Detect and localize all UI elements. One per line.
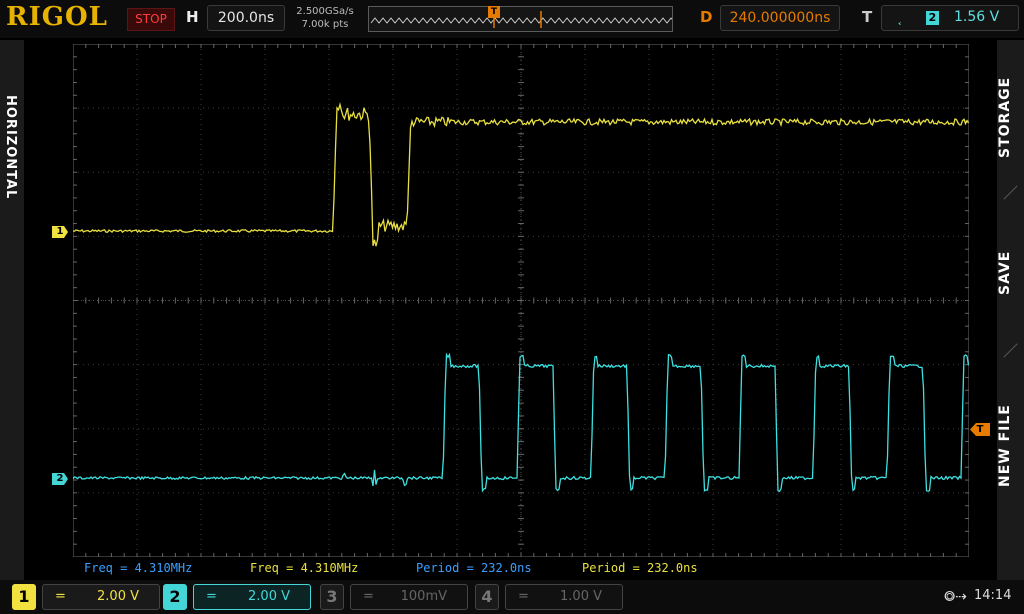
sample-rate: 2.500GSa/s — [296, 6, 354, 17]
channel-3-scale: 100mV — [400, 589, 447, 604]
run-stop-status[interactable]: STOP — [127, 8, 175, 31]
rising-edge-icon: ˱ — [898, 8, 903, 26]
channel-1-scale-box[interactable]: = 2.00 V — [42, 584, 160, 610]
trigger-source: 2 — [926, 11, 939, 25]
memory-depth: 7.00k pts — [301, 19, 349, 30]
channel-1-scale: 2.00 V — [97, 589, 139, 604]
measurement-item: Freq = 4.310MHz — [250, 561, 359, 575]
new-file-softkey[interactable]: NEW FILE — [997, 366, 1024, 526]
measurement-item: Freq = 4.310MHz — [84, 561, 193, 575]
channel-3-button[interactable]: 3 — [320, 584, 344, 610]
softkey-menu: STORAGE SAVE NEW FILE — [997, 40, 1024, 580]
channel-4-scale-box[interactable]: = 1.00 V — [505, 584, 623, 610]
ch1-offset-marker[interactable]: 1 — [52, 226, 68, 238]
memory-overview-bar[interactable]: T — [368, 6, 673, 32]
clock: 14:14 — [974, 588, 1012, 603]
memory-trigger-marker: T — [488, 6, 500, 18]
channel-3-scale-box[interactable]: = 100mV — [350, 584, 468, 610]
horizontal-menu-tab[interactable]: HORIZONTAL — [0, 40, 24, 580]
dc-coupling-icon: = — [206, 589, 217, 604]
measurement-item: Period = 232.0ns — [582, 561, 698, 575]
channel-2-scale-box[interactable]: = 2.00 V — [193, 584, 311, 610]
brand-logo: RIGOL — [6, 2, 108, 32]
timebase-value[interactable]: 200.0ns — [207, 5, 285, 31]
storage-softkey[interactable]: STORAGE — [997, 52, 1024, 182]
dc-coupling-icon: = — [363, 589, 374, 604]
acquisition-info: 2.500GSa/s 7.00k pts — [288, 5, 362, 31]
horizontal-menu-label: HORIZONTAL — [3, 95, 18, 200]
waveform-display[interactable] — [72, 43, 970, 558]
trigger-settings[interactable]: ˱ 2 1.56 V — [881, 5, 1019, 31]
measurement-item: Period = 232.0ns — [416, 561, 532, 575]
measurement-bar: Freq = 4.310MHz Freq = 4.310MHz Period =… — [0, 558, 1024, 578]
memory-waveform-thumbnail — [369, 7, 672, 31]
channel-1-button[interactable]: 1 — [12, 584, 36, 610]
top-status-bar: RIGOL STOP H 200.0ns 2.500GSa/s 7.00k pt… — [0, 0, 1024, 38]
channel-4-scale: 1.00 V — [560, 589, 602, 604]
usb-icon: ⭗⇢ — [944, 589, 967, 605]
trigger-label: T — [862, 8, 873, 26]
dc-coupling-icon: = — [518, 589, 529, 604]
save-softkey[interactable]: SAVE — [997, 208, 1024, 338]
channel-status-bar: 1 = 2.00 V 2 = 2.00 V 3 = 100mV 4 = 1.00… — [0, 580, 1024, 614]
horizontal-label: H — [186, 8, 199, 26]
softkey-divider — [1003, 343, 1018, 358]
waveform-canvas — [72, 43, 970, 558]
dc-coupling-icon: = — [55, 589, 66, 604]
channel-2-button[interactable]: 2 — [163, 584, 187, 610]
channel-2-scale: 2.00 V — [248, 589, 290, 604]
delay-label: D — [700, 8, 713, 26]
trigger-level-marker[interactable]: T — [970, 423, 990, 436]
softkey-divider — [1003, 185, 1018, 200]
delay-value[interactable]: 240.000000ns — [720, 5, 840, 31]
trigger-level: 1.56 V — [954, 9, 1000, 25]
ch2-offset-marker[interactable]: 2 — [52, 473, 68, 485]
channel-4-button[interactable]: 4 — [475, 584, 499, 610]
